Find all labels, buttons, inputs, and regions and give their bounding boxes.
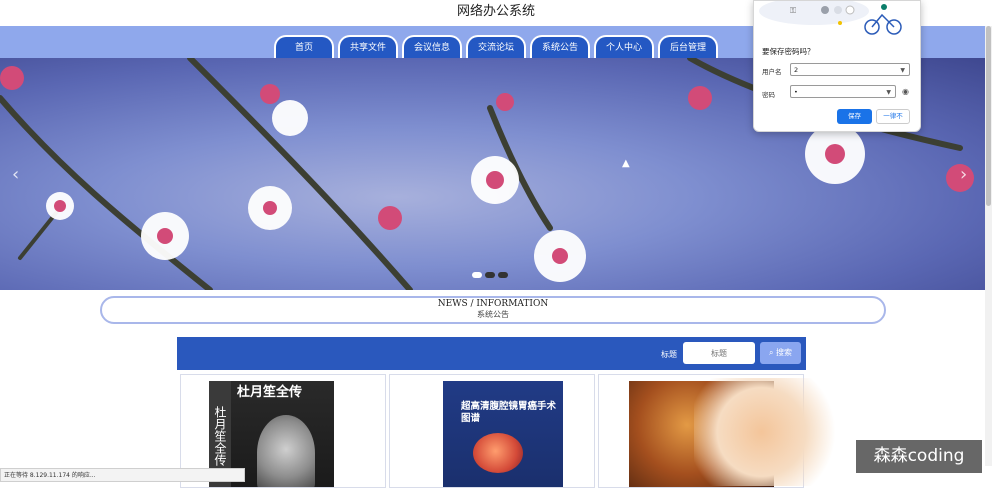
search-label: 标题 bbox=[661, 350, 677, 359]
nav-tab-meetings[interactable]: 会议信息 bbox=[402, 35, 462, 59]
mouse-cursor-icon: ▲ bbox=[622, 158, 630, 169]
dropdown-caret-icon: ▼ bbox=[886, 89, 891, 96]
status-bar: 正在等待 8.129.11.174 的响应... bbox=[0, 468, 245, 482]
search-button[interactable]: ⌕ 搜索 bbox=[760, 342, 801, 364]
password-illustration: ⚿ bbox=[759, 1, 902, 35]
main-nav: 首页 共享文件 会议信息 交流论坛 系统公告 个人中心 后台管理 bbox=[274, 35, 718, 59]
popup-title: 要保存密码吗？ bbox=[762, 47, 815, 56]
carousel-dots bbox=[472, 272, 508, 278]
carousel-next-arrow[interactable]: › bbox=[960, 164, 967, 185]
carousel-dot[interactable] bbox=[498, 272, 508, 278]
username-field[interactable]: 2 ▼ bbox=[790, 63, 910, 76]
section-header: NEWS / INFORMATION 系统公告 bbox=[100, 296, 886, 324]
dropdown-caret-icon: ▼ bbox=[900, 67, 905, 74]
nav-tab-admin[interactable]: 后台管理 bbox=[658, 35, 718, 59]
blurred-overlay bbox=[694, 378, 844, 486]
nav-tab-announcements[interactable]: 系统公告 bbox=[530, 35, 590, 59]
book-cover: 超高清腹腔镜胃癌手术图谱 bbox=[443, 381, 563, 487]
section-header-cn: 系统公告 bbox=[477, 310, 509, 319]
medical-illustration bbox=[473, 433, 523, 473]
password-value: • bbox=[794, 88, 798, 96]
portrait-image bbox=[257, 415, 315, 487]
username-value: 2 bbox=[794, 66, 799, 74]
book-title: 超高清腹腔镜胃癌手术图谱 bbox=[461, 401, 557, 424]
username-label: 用户名 bbox=[762, 68, 782, 76]
scrollbar-thumb[interactable] bbox=[986, 26, 991, 206]
watermark: 森森coding bbox=[856, 440, 982, 473]
search-bar: 标题 ⌕ 搜索 bbox=[177, 337, 806, 370]
book-title: 杜月笙全传 bbox=[237, 385, 303, 400]
nav-tab-forum[interactable]: 交流论坛 bbox=[466, 35, 526, 59]
section-header-en: NEWS / INFORMATION bbox=[437, 299, 549, 309]
search-input[interactable] bbox=[683, 342, 755, 364]
password-field[interactable]: • ▼ bbox=[790, 85, 896, 98]
never-save-button[interactable]: 一律不 bbox=[876, 109, 910, 124]
show-password-eye-icon[interactable]: ◉ bbox=[902, 87, 909, 96]
search-button-label: 搜索 bbox=[776, 348, 793, 357]
nav-tab-personal-center[interactable]: 个人中心 bbox=[594, 35, 654, 59]
password-label: 密码 bbox=[762, 91, 775, 99]
svg-text:⚿: ⚿ bbox=[790, 6, 796, 15]
carousel-prev-arrow[interactable]: ‹ bbox=[12, 164, 19, 185]
search-icon: ⌕ bbox=[768, 348, 774, 357]
carousel-dot[interactable] bbox=[472, 272, 482, 278]
book-card[interactable]: 超高清腹腔镜胃癌手术图谱 bbox=[389, 374, 595, 488]
carousel-dot[interactable] bbox=[485, 272, 495, 278]
save-password-popup: ⚿ 要保存密码吗？ 用户名 2 ▼ 密码 • ▼ ◉ 保存 一律不 bbox=[753, 0, 921, 132]
save-password-button[interactable]: 保存 bbox=[837, 109, 872, 124]
nav-tab-shared-files[interactable]: 共享文件 bbox=[338, 35, 398, 59]
nav-tab-home[interactable]: 首页 bbox=[274, 35, 334, 59]
